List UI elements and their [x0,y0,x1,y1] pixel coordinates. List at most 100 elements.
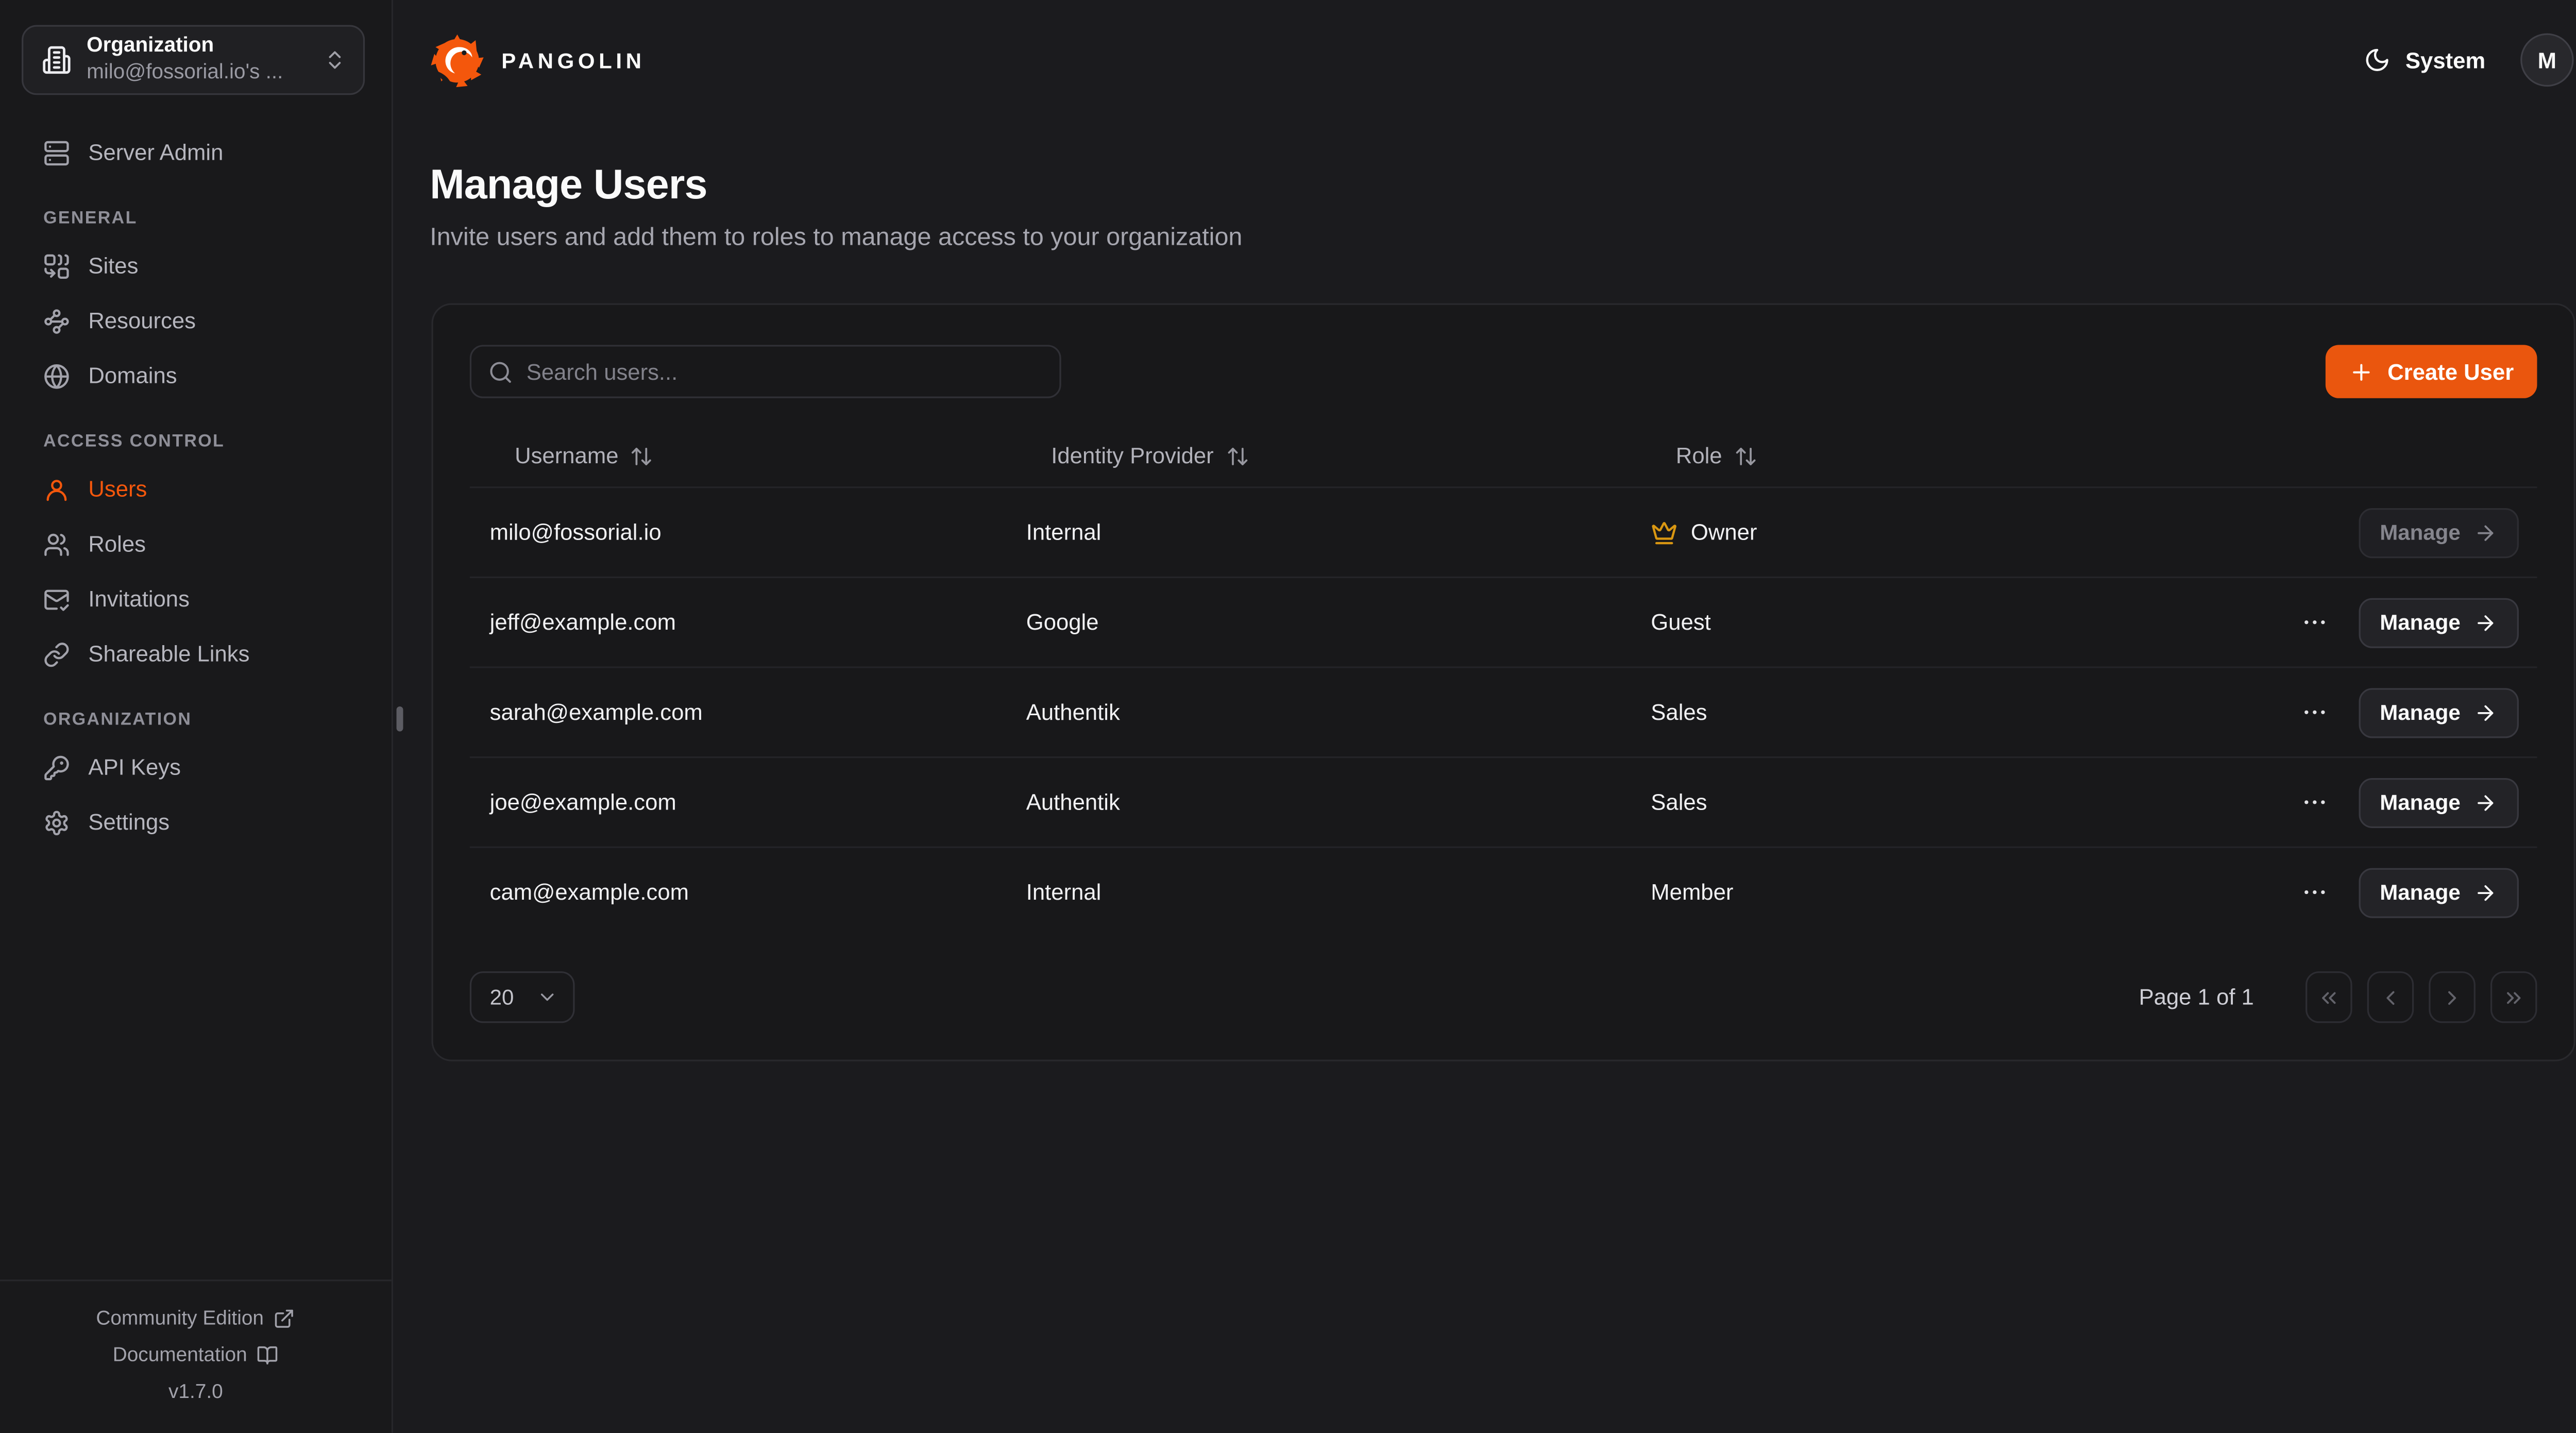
manage-button[interactable]: Manage [2358,687,2519,737]
table-row: milo@fossorial.io Internal Owner Manage [470,486,2537,577]
mail-check-icon [43,586,70,613]
manage-button[interactable]: Manage [2358,597,2519,647]
sidebar-nav: Server Admin GENERAL Sites Resources Dom… [0,95,392,850]
external-link-icon [274,1307,295,1329]
sidebar-item-settings[interactable]: Settings [0,795,392,850]
table-footer: 20 Page 1 of 1 [470,971,2537,1023]
page-title: Manage Users [430,162,2573,210]
page-subtitle: Invite users and add them to roles to ma… [430,223,2573,251]
chevrons-left-icon [2317,986,2341,1009]
sidebar-item-sites[interactable]: Sites [0,238,392,293]
manage-button[interactable]: Manage [2358,777,2519,827]
users-icon [43,531,70,558]
crown-icon [1651,519,1677,546]
sidebar-item-label: Settings [88,810,170,835]
sidebar-item-users[interactable]: Users [0,462,392,517]
documentation-link[interactable]: Documentation [0,1336,392,1373]
manage-button[interactable]: Manage [2358,508,2519,558]
sidebar-item-server-admin[interactable]: Server Admin [0,125,392,180]
column-header-username[interactable]: Username [470,443,1006,468]
pagination-last-button[interactable] [2490,971,2537,1023]
identity-provider-cell: Authentik [1006,700,1631,725]
table-row: jeff@example.com Google Guest Manage [470,577,2537,667]
username-cell: sarah@example.com [470,700,1006,725]
column-header-identity-provider[interactable]: Identity Provider [1006,443,1631,468]
sidebar-footer: Community Edition Documentation v1.7.0 [0,1279,392,1432]
theme-toggle[interactable]: System [2364,47,2485,74]
globe-icon [43,362,70,389]
sidebar-item-invitations[interactable]: Invitations [0,571,392,627]
row-menu-button[interactable] [2297,785,2332,820]
pagination-first-button[interactable] [2306,971,2352,1023]
avatar[interactable]: M [2520,33,2573,87]
role-cell: Sales [1631,700,2183,725]
pangolin-logo[interactable]: PANGOLIN [430,32,645,88]
key-icon [43,754,70,781]
arrow-right-icon [2474,520,2497,544]
sidebar-section-general: GENERAL [0,197,392,239]
users-table: Username Identity Provider Role milo@fos… [470,425,2537,937]
sidebar: Organization milo@fossorial.io's ... Ser… [0,0,393,1433]
table-row: cam@example.com Internal Member Manage [470,847,2537,937]
sidebar-resize-handle[interactable] [397,706,403,732]
table-header-row: Username Identity Provider Role [470,425,2537,487]
chevron-right-icon [2441,986,2464,1009]
sidebar-item-label: Shareable Links [88,642,249,667]
pagination-prev-button[interactable] [2367,971,2414,1023]
row-menu-button[interactable] [2297,695,2332,730]
users-card: Create User Username Identity Provider R… [431,303,2575,1061]
sidebar-item-shareable-links[interactable]: Shareable Links [0,627,392,682]
combine-icon [43,252,70,279]
username-cell: cam@example.com [470,880,1006,905]
sidebar-item-label: Sites [88,253,138,278]
arrow-right-icon [2474,881,2497,904]
sort-icon [630,444,653,467]
search-box [470,345,1061,398]
sidebar-item-api-keys[interactable]: API Keys [0,740,392,795]
link-icon [43,640,70,667]
community-edition-link[interactable]: Community Edition [0,1300,392,1336]
sidebar-item-label: Roles [88,531,146,557]
identity-provider-cell: Google [1006,610,1631,635]
identity-provider-cell: Internal [1006,880,1631,905]
sidebar-item-label: Server Admin [88,140,223,165]
search-input[interactable] [527,359,1043,384]
chevrons-right-icon [2502,986,2526,1009]
version-label: v1.7.0 [0,1373,392,1409]
ellipsis-icon [2300,788,2328,816]
gear-icon [43,809,70,836]
waypoints-icon [43,308,70,334]
role-cell: Guest [1631,610,2183,635]
manage-button[interactable]: Manage [2358,867,2519,917]
topbar: PANGOLIN System M [393,0,2576,120]
row-menu-button[interactable] [2297,605,2332,640]
identity-provider-cell: Internal [1006,520,1631,545]
pagination-next-button[interactable] [2429,971,2476,1023]
plus-icon [2349,359,2375,384]
chevrons-up-down-icon [323,48,346,72]
search-icon [488,359,513,384]
app-root: Organization milo@fossorial.io's ... Ser… [0,0,2576,1433]
server-icon [43,139,70,166]
create-user-button[interactable]: Create User [2326,345,2537,398]
org-switcher[interactable]: Organization milo@fossorial.io's ... [22,25,365,95]
sidebar-section-access-control: ACCESS CONTROL [0,420,392,462]
row-menu-button[interactable] [2297,875,2332,910]
sidebar-item-roles[interactable]: Roles [0,516,392,571]
sidebar-item-label: Invitations [88,586,190,612]
sidebar-item-label: Users [88,477,147,502]
user-icon [43,476,70,502]
column-header-role[interactable]: Role [1631,443,2183,468]
page-header: Manage Users Invite users and add them t… [393,120,2576,251]
ellipsis-icon [2300,878,2328,906]
main-content: PANGOLIN System M Manage Users Invite us… [393,0,2576,1433]
sidebar-item-resources[interactable]: Resources [0,293,392,348]
sort-icon [1734,444,1757,467]
arrow-right-icon [2474,611,2497,634]
ellipsis-icon [2300,608,2328,636]
sidebar-item-domains[interactable]: Domains [0,348,392,403]
book-open-icon [257,1344,279,1365]
wordmark: PANGOLIN [501,47,645,73]
page-size-select[interactable]: 20 [470,971,575,1023]
arrow-right-icon [2474,790,2497,814]
